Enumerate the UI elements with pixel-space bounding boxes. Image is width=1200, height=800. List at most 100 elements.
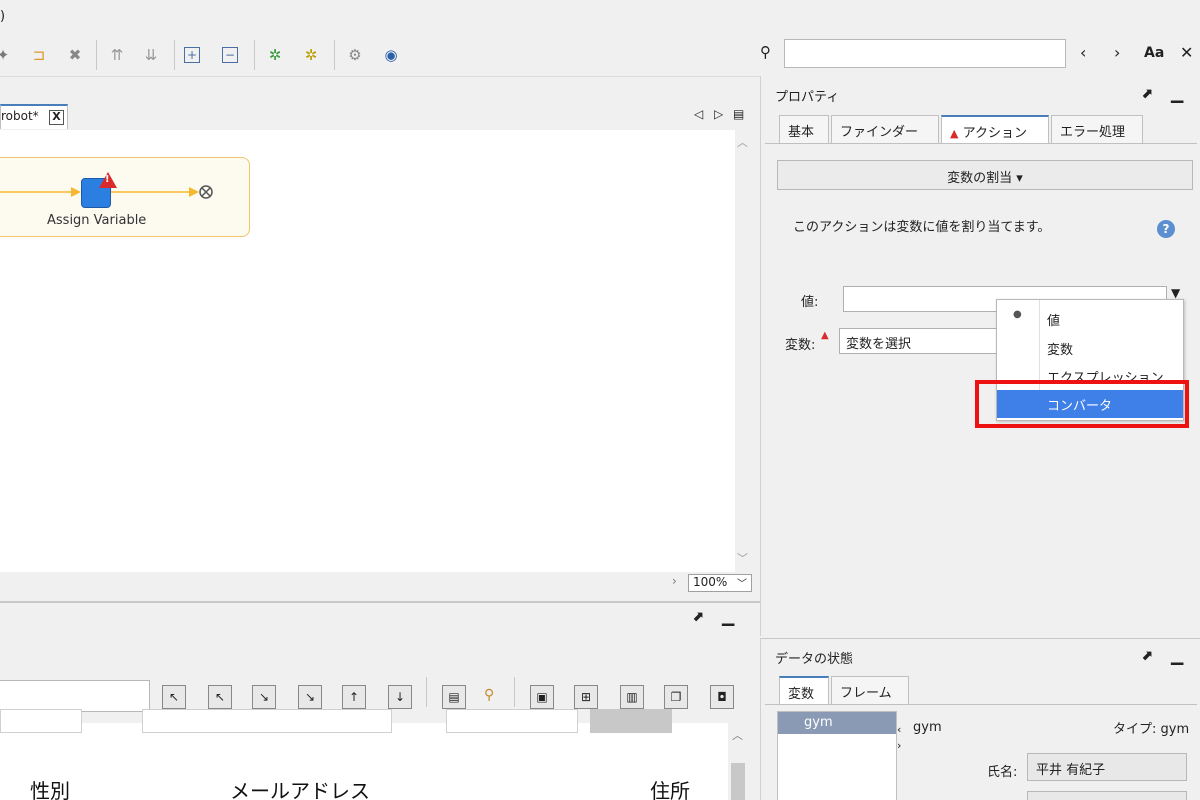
close-icon[interactable]: X: [49, 110, 64, 125]
move-down-icon[interactable]: ⇊: [140, 44, 162, 66]
expand-icon[interactable]: +: [184, 47, 200, 63]
bottom-content: 性別 メールアドレス 住所: [0, 709, 735, 800]
window-remove-icon[interactable]: ▥: [620, 685, 644, 709]
magnify-icon[interactable]: ⚲: [484, 687, 494, 703]
scroll-up-icon[interactable]: ︿: [737, 134, 748, 150]
step-label: Assign Variable: [47, 213, 147, 228]
nav-down-right-icon[interactable]: ↘: [252, 685, 276, 709]
main-toolbar: ✦ ⊐ ✖ ⇈ ⇊ + − ✲ ✲ ⚙ ◉: [0, 34, 760, 76]
minimize-icon[interactable]: ▁: [722, 607, 734, 626]
search-area: ⚲ ‹ › Aa ✕: [760, 34, 1200, 76]
minimize-icon[interactable]: ▁: [1171, 646, 1183, 665]
scroll-right-icon[interactable]: ›: [672, 574, 677, 588]
scroll-up-icon[interactable]: ︿: [732, 727, 743, 743]
tab-robot-label: robot*: [1, 109, 39, 123]
highlight-box: [975, 380, 1189, 428]
warning-icon: ▲: [821, 330, 829, 341]
tab-variables[interactable]: 変数: [779, 676, 829, 705]
nav-bottom-right-icon[interactable]: ↘: [298, 685, 322, 709]
current-variable: gym: [913, 720, 942, 735]
toolbar-icon[interactable]: ✦: [0, 44, 14, 66]
toolbar-separator: [254, 40, 255, 70]
zoom-select[interactable]: 100% ﹀: [688, 574, 752, 592]
warning-icon: ▲: [950, 127, 959, 140]
windows-stack-icon[interactable]: ❐: [664, 685, 688, 709]
tab-label: ファインダー: [840, 125, 919, 140]
column-header: メールアドレス: [230, 779, 370, 800]
tab-scroll-right-icon[interactable]: ▷: [714, 107, 723, 121]
data-state-title: データの状態: [775, 652, 854, 667]
flow-canvas[interactable]: ! Assign Variable: [0, 130, 735, 572]
settings-icon[interactable]: ⚙: [344, 44, 366, 66]
toolbar-separator: [426, 677, 427, 707]
tab-robot[interactable]: robot* X: [0, 104, 68, 129]
column-header: 住所: [650, 779, 690, 800]
debug-step-icon[interactable]: ✲: [300, 44, 322, 66]
collapse-icon[interactable]: −: [222, 47, 238, 63]
globe-icon[interactable]: ◉: [380, 44, 402, 66]
move-up-icon[interactable]: ⇈: [106, 44, 128, 66]
search-input[interactable]: [784, 39, 1066, 68]
remove-step-icon[interactable]: ✖: [64, 44, 86, 66]
next-field[interactable]: [1027, 791, 1187, 800]
chevron-down-icon[interactable]: ▼: [1171, 286, 1180, 300]
window-icon[interactable]: ▣: [530, 685, 554, 709]
help-icon[interactable]: ?: [1157, 220, 1175, 238]
tab-frames[interactable]: フレーム: [831, 676, 909, 705]
dropdown-item-value[interactable]: 値: [997, 305, 1183, 333]
tab-underline: [765, 704, 1197, 705]
bottom-field[interactable]: [142, 709, 392, 733]
arrow-down-icon[interactable]: ↓: [388, 685, 412, 709]
bottom-panel-header: ⬈ ▁: [0, 603, 760, 633]
maximize-icon[interactable]: ⬈: [1141, 86, 1153, 102]
list-item[interactable]: gym: [778, 712, 896, 734]
dropdown-item-variable[interactable]: 変数: [997, 334, 1183, 362]
window-search-icon[interactable]: ◘: [710, 685, 734, 709]
tab-basic[interactable]: 基本: [779, 115, 829, 144]
nav-up-left-icon[interactable]: ↖: [208, 685, 232, 709]
bottom-field[interactable]: [0, 709, 82, 733]
prev-match-button[interactable]: ‹: [1080, 43, 1086, 62]
search-icon: ⚲: [760, 43, 771, 61]
toolbar-separator: [514, 677, 515, 707]
window-title: ): [0, 9, 6, 24]
close-search-button[interactable]: ✕: [1180, 43, 1193, 62]
minimize-icon[interactable]: ▁: [1171, 84, 1183, 103]
name-field[interactable]: 平井 有紀子: [1027, 753, 1187, 781]
maximize-icon[interactable]: ⬈: [692, 609, 704, 625]
chevron-left-icon[interactable]: ‹: [897, 723, 901, 736]
scroll-down-icon[interactable]: ﹀: [737, 550, 748, 566]
title-bar: ): [0, 0, 1200, 34]
tab-error-handling[interactable]: エラー処理: [1051, 115, 1143, 144]
column-header: 性別: [30, 779, 70, 800]
debug-icon[interactable]: ✲: [264, 44, 286, 66]
tab-underline: [765, 143, 1197, 144]
tab-scroll-left-icon[interactable]: ◁: [694, 107, 703, 121]
bottom-button[interactable]: [590, 709, 672, 733]
canvas-vertical-scrollbar[interactable]: ︿ ﹀: [735, 130, 752, 572]
arrow-up-icon[interactable]: ↑: [342, 685, 366, 709]
match-case-button[interactable]: Aa: [1144, 45, 1164, 61]
tab-label: 基本: [788, 125, 815, 140]
add-step-icon[interactable]: ⊐: [28, 44, 50, 66]
scroll-thumb[interactable]: [731, 763, 745, 800]
nav-top-left-icon[interactable]: ↖: [162, 685, 186, 709]
type-label: タイプ: gym: [1113, 722, 1190, 737]
assign-variable-button[interactable]: 変数の割当 ▾: [777, 160, 1193, 190]
document-icon[interactable]: ▤: [442, 685, 466, 709]
window-add-icon[interactable]: ⊞: [574, 685, 598, 709]
editor-tabbar: robot* X ◁ ▷ ▤: [0, 76, 760, 130]
tab-label: アクション: [962, 126, 1027, 141]
variable-list: gym: [777, 711, 897, 800]
bottom-field[interactable]: [446, 709, 578, 733]
maximize-icon[interactable]: ⬈: [1141, 648, 1153, 664]
toolbar-separator: [174, 40, 175, 70]
tab-list-icon[interactable]: ▤: [733, 107, 744, 121]
next-match-button[interactable]: ›: [1114, 43, 1120, 62]
tab-action[interactable]: ▲ アクション: [941, 115, 1049, 144]
chevron-right-icon[interactable]: ›: [897, 739, 901, 752]
tab-finder[interactable]: ファインダー: [831, 115, 939, 144]
bottom-search-input[interactable]: [0, 680, 150, 712]
bottom-vertical-scrollbar[interactable]: ︿: [728, 723, 748, 800]
chevron-down-icon: ﹀: [737, 579, 747, 590]
